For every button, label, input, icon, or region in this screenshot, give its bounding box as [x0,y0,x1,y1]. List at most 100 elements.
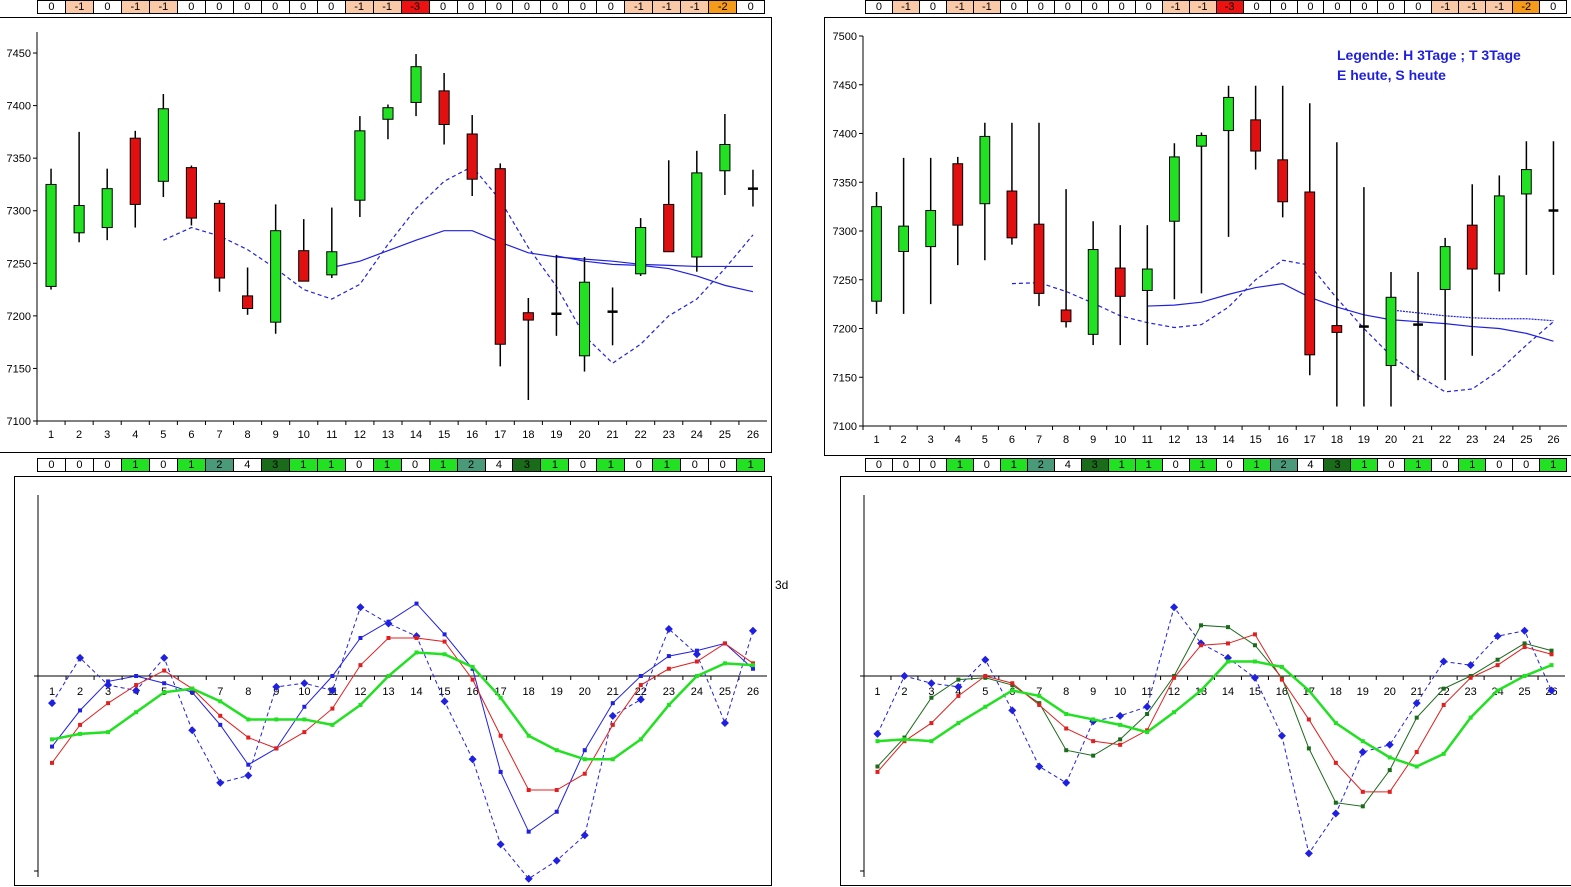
square-marker [1333,721,1338,726]
strip-cell: 0 [345,459,374,471]
strip-cell: 1 [121,459,150,471]
strip-cell: -3 [401,1,430,13]
square-marker [1360,804,1365,809]
square-marker [1414,764,1419,769]
y-tick-label: 7100 [7,416,31,428]
diamond-marker [496,840,505,849]
x-tick-label: 1 [49,686,55,698]
square-marker [722,641,727,646]
square-marker [498,769,503,774]
square-marker [358,635,363,640]
strip-cell: 0 [625,459,654,471]
square-marker [414,601,419,606]
x-tick-label: 2 [901,434,907,446]
x-tick-label: 10 [1114,686,1126,698]
x-tick-label: 24 [1493,434,1505,446]
square-marker [554,809,559,814]
square-marker [1199,643,1204,648]
square-marker [106,730,111,735]
square-marker [1252,632,1257,637]
x-tick-label: 5 [160,429,166,441]
strip-cell: 0 [1108,1,1136,13]
x-tick-label: 16 [1277,434,1289,446]
x-tick-label: 26 [1547,434,1559,446]
x-tick-label: 7 [216,429,222,441]
square-marker [1306,717,1311,722]
diamond-marker [1412,699,1421,708]
candle-body [719,143,731,172]
x-tick-label: 9 [1090,434,1096,446]
square-marker [386,635,391,640]
strip-cell: -1 [121,1,150,13]
candle-body [45,183,57,287]
x-tick-label: 21 [606,429,618,441]
square-marker [414,635,419,640]
x-tick-label: 23 [1465,686,1477,698]
square-marker [722,661,727,666]
square-marker [1252,659,1257,664]
square-marker [1495,663,1500,668]
x-tick-label: 18 [1330,686,1342,698]
x-tick-label: 11 [326,429,337,441]
x-tick-label: 3 [104,429,110,441]
x-tick-label: 10 [298,686,310,698]
value-strip-top-right: 0 -1 0 -1 -1 0 0 0 0 0 0 -1 -1 -3 0 0 0 0 0 0 0 -1 -1 -1 -2 0 [865,0,1568,14]
strip-cell: 3 [1081,459,1109,471]
y-tick-label: 7200 [833,324,857,336]
diamond-marker [1062,778,1071,787]
square-marker [610,757,615,762]
diamond-marker [1493,632,1502,641]
square-marker [190,690,195,695]
square-marker [134,710,139,715]
strip-cell: 0 [1054,1,1082,13]
x-tick-label: 22 [1439,434,1451,446]
x-tick-label: 19 [550,429,562,441]
square-marker [50,744,55,749]
square-marker [1360,739,1365,744]
x-tick-label: 1 [874,686,880,698]
square-marker [78,708,83,713]
square-marker [526,788,531,793]
square-marker [1360,789,1365,794]
strip-cell: 2 [1027,459,1055,471]
x-tick-label: 25 [1520,434,1532,446]
diamond-marker [552,856,561,865]
candle-body [1521,169,1532,195]
strip-cell: 4 [1054,459,1082,471]
strip-cell: 0 [1270,1,1298,13]
x-tick-label: 2 [76,429,82,441]
strip-cell: 0 [569,1,598,13]
square-marker [190,686,195,691]
square-marker [1037,693,1042,698]
diamond-marker [1250,673,1259,682]
value-strip-top-left: 0 -1 0 -1 -1 0 0 0 0 0 0 -1 -1 -3 0 0 0 0 0 0 0 -1 -1 -1 -2 0 [37,0,766,14]
square-marker [218,699,223,704]
strip-cell: 0 [919,459,947,471]
strip-cell: 0 [401,459,430,471]
square-marker [929,721,934,726]
strip-cell: 0 [1540,1,1568,13]
square-marker [956,677,961,682]
square-marker [274,717,279,722]
square-marker [1279,664,1284,669]
candle-body [1466,224,1478,270]
x-tick-label: 15 [438,429,450,441]
square-marker [442,639,447,644]
y-tick-label: 7250 [7,258,31,270]
candle-body [213,202,226,279]
strip-cell: 0 [1486,459,1514,471]
square-marker [1145,730,1150,735]
square-marker [610,701,615,706]
strip-cell: 1 [289,459,318,471]
x-tick-label: 1 [873,434,879,446]
candle-body [663,203,675,253]
x-tick-label: 13 [1195,434,1207,446]
x-tick-label: 10 [298,429,310,441]
strip-cell: -1 [625,1,654,13]
square-marker [1172,710,1177,715]
square-marker [1333,760,1338,765]
x-tick-label: 25 [719,686,731,698]
y-tick-label: 7150 [833,372,857,384]
candle-body [298,250,310,282]
strip-cell: -1 [345,1,374,13]
